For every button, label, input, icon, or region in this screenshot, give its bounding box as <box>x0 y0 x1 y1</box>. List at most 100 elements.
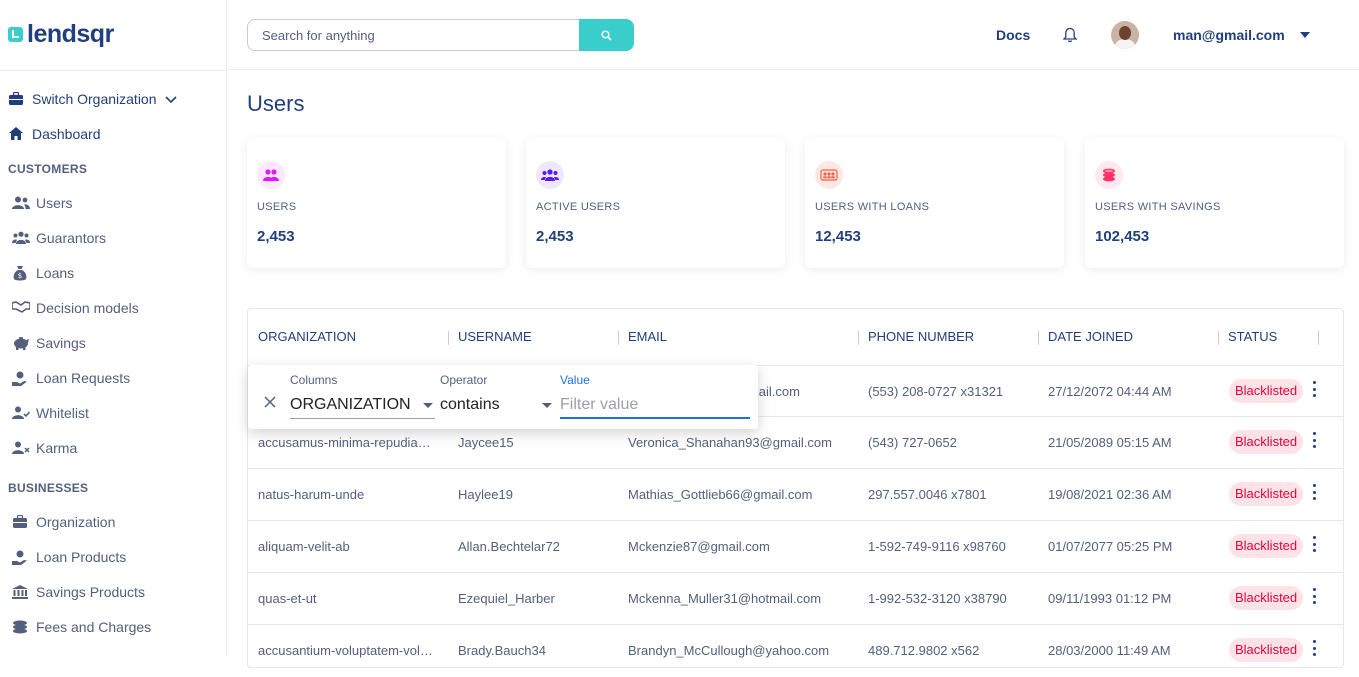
more-options-icon[interactable] <box>1311 640 1317 656</box>
sidebar-item-savings-products[interactable]: Savings Products <box>12 584 145 600</box>
more-options-icon[interactable] <box>1311 432 1317 448</box>
sidebar-item-savings[interactable]: Savings <box>12 335 86 351</box>
sidebar-item-loan-requests[interactable]: Loan Requests <box>12 370 130 386</box>
switch-organization[interactable]: Switch Organization <box>8 91 177 107</box>
docs-link[interactable]: Docs <box>996 27 1030 43</box>
sidebar-item-label: Decision models <box>36 300 139 316</box>
dropdown-arrow-icon[interactable] <box>542 403 552 408</box>
brand-logo[interactable]: lendsqr <box>8 20 114 49</box>
users-icon <box>257 161 285 189</box>
avatar[interactable] <box>1111 21 1139 49</box>
search-input[interactable]: Search for anything <box>247 19 580 51</box>
cell-date-joined: 09/11/1993 01:12 PM <box>1048 591 1172 606</box>
cell-organization: natus-harum-unde <box>258 487 365 502</box>
operator-underline <box>440 418 554 419</box>
column-header-phone-number[interactable]: PHONE NUMBER <box>868 329 974 344</box>
logo-icon <box>8 27 23 42</box>
stat-label: USERS <box>257 201 297 213</box>
sidebar-item-loan-products[interactable]: Loan Products <box>12 549 126 565</box>
value-underline <box>560 417 750 419</box>
column-header-status[interactable]: STATUS <box>1228 329 1277 344</box>
sidebar-item-users[interactable]: Users <box>12 195 73 211</box>
cell-username: Jaycee15 <box>458 435 514 450</box>
bell-icon[interactable] <box>1062 27 1078 48</box>
sidebar-item-organization[interactable]: Organization <box>12 514 115 530</box>
svg-text:$: $ <box>18 272 22 280</box>
column-separator[interactable] <box>1038 331 1039 345</box>
users-table: ORGANIZATION USERNAME EMAIL PHONE NUMBER… <box>247 308 1344 668</box>
sidebar-item-label: Organization <box>36 514 116 530</box>
column-separator[interactable] <box>858 331 859 345</box>
coins-icon <box>1095 161 1123 189</box>
more-options-icon[interactable] <box>1311 381 1317 397</box>
sidebar-item-karma[interactable]: Karma <box>12 440 77 456</box>
section-title-customers: CUSTOMERS <box>8 162 88 176</box>
column-header-email[interactable]: EMAIL <box>628 329 667 344</box>
home-icon <box>8 127 24 141</box>
filter-value-input[interactable]: Filter value <box>560 396 638 414</box>
sidebar-item-fees-and-charges[interactable]: Fees and Charges <box>12 619 151 635</box>
status-badge: Blacklisted <box>1229 534 1304 558</box>
sidebar-item-guarantors[interactable]: Guarantors <box>12 230 106 246</box>
piggy-bank-icon <box>12 336 29 350</box>
column-header-date-joined[interactable]: DATE JOINED <box>1048 329 1133 344</box>
column-header-username[interactable]: USERNAME <box>458 329 532 344</box>
search-button[interactable] <box>579 19 634 51</box>
status-badge: Blacklisted <box>1229 430 1304 454</box>
brand-name: lendsqr <box>27 20 114 48</box>
more-options-icon[interactable] <box>1311 484 1317 500</box>
sidebar-item-whitelist[interactable]: Whitelist <box>12 405 89 421</box>
column-separator[interactable] <box>448 331 449 345</box>
columns-select[interactable]: ORGANIZATION <box>290 396 411 414</box>
search-icon <box>601 29 612 41</box>
user-email[interactable]: man@gmail.com <box>1173 27 1285 43</box>
cell-phone: 1-992-532-3120 x38790 <box>868 591 1007 606</box>
table-row[interactable]: quas-et-ut Ezequiel_Harber Mckenna_Mulle… <box>248 573 1343 625</box>
cell-email: Mathias_Gottlieb66@gmail.com <box>628 487 813 502</box>
table-row[interactable]: natus-harum-unde Haylee19 Mathias_Gottli… <box>248 469 1343 521</box>
bank-icon <box>12 585 28 599</box>
users-icon <box>12 196 30 210</box>
column-header-organization[interactable]: ORGANIZATION <box>258 329 356 344</box>
filter-panel: Columns ORGANIZATION Operator contains V… <box>248 365 758 429</box>
column-separator[interactable] <box>618 331 619 345</box>
cell-organization: quas-et-ut <box>258 591 317 606</box>
more-options-icon[interactable] <box>1311 588 1317 604</box>
sidebar-item-label: Loan Requests <box>36 370 131 386</box>
handshake-icon <box>11 301 31 315</box>
cell-organization: accusantium-voluptatem-vol… <box>258 643 433 658</box>
cell-email: Mckenna_Muller31@hotmail.com <box>628 591 822 606</box>
status-badge: Blacklisted <box>1229 379 1304 403</box>
stat-value: 12,453 <box>815 228 861 245</box>
cell-email: Brandyn_McCullough@yahoo.com <box>628 643 830 658</box>
user-check-icon <box>12 406 31 420</box>
stat-label: USERS WITH SAVINGS <box>1095 201 1221 213</box>
sidebar-item-dashboard[interactable]: Dashboard <box>8 126 101 142</box>
chevron-down-icon <box>164 91 177 107</box>
stat-value: 2,453 <box>536 228 574 245</box>
column-separator[interactable] <box>1218 331 1219 345</box>
value-label: Value <box>560 373 590 387</box>
column-separator[interactable] <box>1318 331 1319 345</box>
close-icon[interactable] <box>264 395 276 413</box>
top-bar: Search for anything Docs man@gmail.com <box>227 0 1359 70</box>
operator-select[interactable]: contains <box>440 396 500 414</box>
sidebar-item-label: Karma <box>36 440 78 456</box>
cell-date-joined: 28/03/2000 11:49 AM <box>1048 643 1171 658</box>
sidebar-item-label: Loans <box>36 265 75 281</box>
table-row[interactable]: aliquam-velit-ab Allan.Bechtelar72 Mcken… <box>248 521 1343 573</box>
cell-organization: aliquam-velit-ab <box>258 539 350 554</box>
dropdown-arrow-icon[interactable] <box>423 403 433 408</box>
stat-value: 102,453 <box>1095 228 1150 245</box>
cell-date-joined: 19/08/2021 02:36 AM <box>1048 487 1172 502</box>
sidebar-item-loans[interactable]: $ Loans <box>12 265 74 281</box>
stat-card-users-with-savings: USERS WITH SAVINGS 102,453 <box>1085 138 1344 268</box>
caret-down-icon[interactable] <box>1300 32 1310 38</box>
sidebar-item-label: Guarantors <box>36 230 107 246</box>
sidebar-item-decision-models[interactable]: Decision models <box>11 300 139 316</box>
more-options-icon[interactable] <box>1311 536 1317 552</box>
cell-username: Brady.Bauch34 <box>458 643 546 658</box>
stat-card-active-users: ACTIVE USERS 2,453 <box>526 138 785 268</box>
table-row[interactable]: accusantium-voluptatem-vol… Brady.Bauch3… <box>248 625 1343 677</box>
loan-request-icon <box>12 371 28 386</box>
